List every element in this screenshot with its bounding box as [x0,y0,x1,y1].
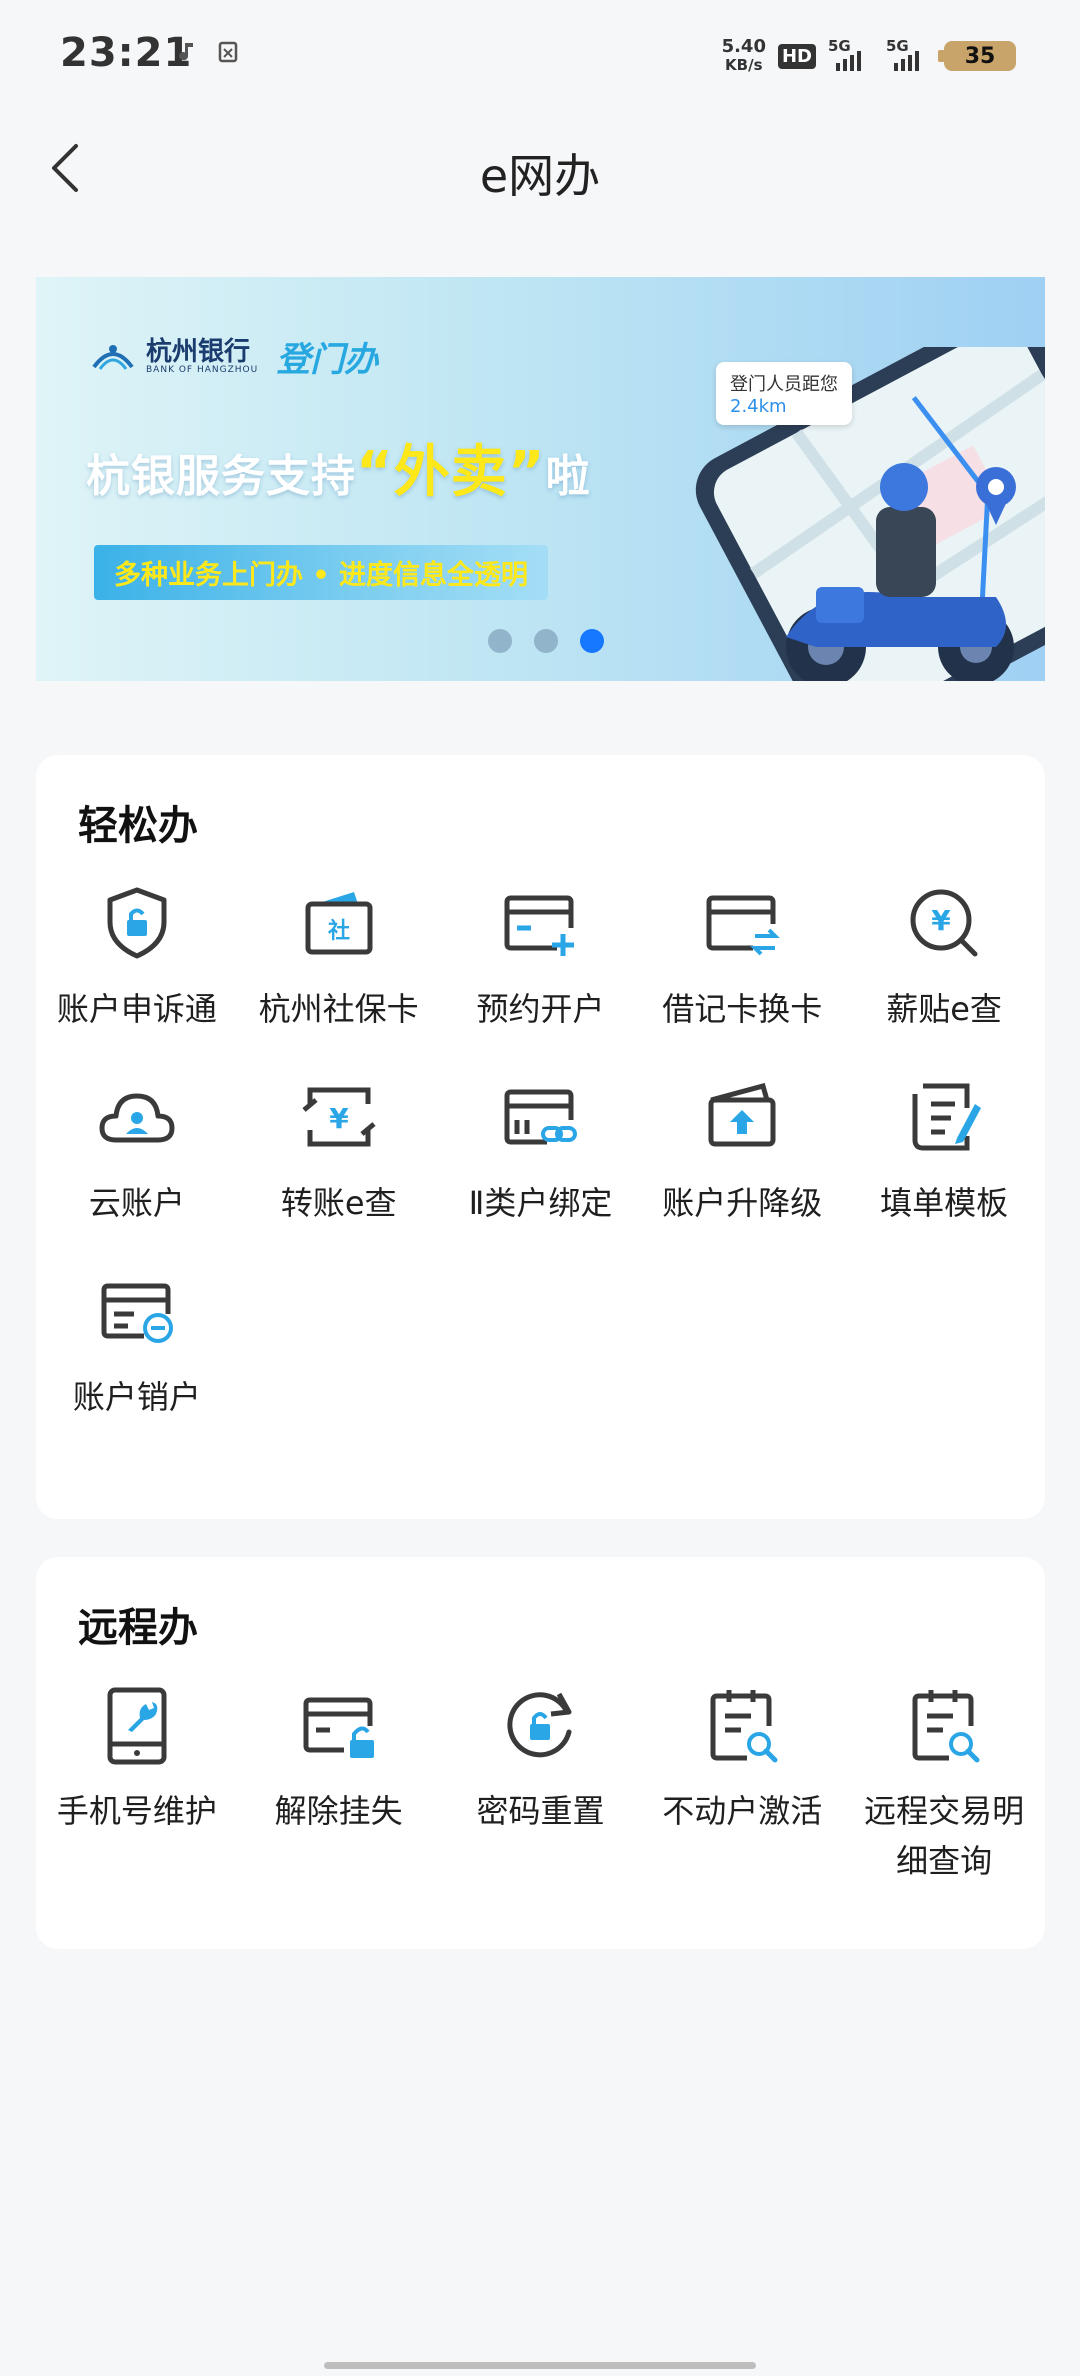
callout-label: 登门人员距您 [730,374,838,395]
sim1-network-type: 5G [828,37,851,55]
clipboard-search-icon [912,1690,980,1763]
banner-headline: 杭银服务支持 “外卖” 啦 [86,427,591,508]
service-item-card-exchange[interactable]: 借记卡换卡 [641,880,843,1034]
card-exchange-icon [706,895,781,956]
service-label: 账户申诉通 [56,990,217,1028]
service-label: 薪贴e查 [886,990,1002,1028]
service-item-close-account[interactable]: 账户销户 [36,1268,238,1422]
signal-sim2-icon: 5G [886,37,932,71]
service-label: 填单模板 [880,1184,1009,1222]
bank-name-en: BANK OF HANGZHOU [146,364,259,375]
remote-services-card: 远程办 手机号维护 解除挂失 密码重置 不动户激活 远程交易明细查询 [36,1557,1045,1949]
remote-services-grid: 手机号维护 解除挂失 密码重置 不动户激活 远程交易明细查询 [36,1682,1045,1886]
service-label: 杭州社保卡 [258,990,419,1028]
carousel-dot-2[interactable] [533,629,558,653]
service-item-social-card[interactable]: 社 杭州社保卡 [238,880,440,1034]
carousel-dot-3[interactable] [579,629,604,653]
lock-reset-icon [507,1692,572,1758]
battery-level: 35 [964,43,996,69]
service-item-phone-maintenance[interactable]: 手机号维护 [36,1682,238,1886]
service-item-salary-check[interactable]: ¥ 薪贴e查 [843,880,1045,1034]
service-label: 账户销户 [72,1378,201,1416]
network-speed: 5.40 KB/s [721,36,766,75]
section-title: 远程办 [78,1605,198,1651]
promo-banner[interactable]: 杭州银行 BANK OF HANGZHOU 登门办 杭银服务支持 “外卖” 啦 … [36,277,1045,681]
wallet-up-icon [708,1082,776,1147]
service-brand: 登门办 [276,340,379,380]
status-indicators: 5.40 KB/s HD 5G 5G 35 [722,36,1016,76]
service-item-account-level[interactable]: 账户升降级 [641,1074,843,1228]
carousel-dot-1[interactable] [487,629,512,653]
card-unlock-icon [303,1697,374,1758]
phone-wrench-icon [107,1687,167,1765]
sim-notification-icon [218,41,238,63]
shield-lock-icon [107,887,167,959]
network-speed-value: 5.40 [721,36,766,57]
headline-text: 杭银服务支持 [86,451,356,502]
service-item-remote-transactions[interactable]: 远程交易明细查询 [843,1682,1045,1886]
service-item-class2-bind[interactable]: Ⅱ类户绑定 [440,1074,642,1228]
service-label: 云账户 [88,1184,185,1222]
headline-suffix: 啦 [545,451,591,502]
service-label: 不动户激活 [662,1792,823,1830]
status-time: 23:21 [60,30,193,76]
app-notification-icon [179,43,193,61]
callout-distance: 2.4km [730,396,787,417]
headline-highlight: “外卖” [356,440,546,505]
service-item-password-reset[interactable]: 密码重置 [440,1682,642,1886]
service-label: 预约开户 [476,990,605,1028]
service-item-form-template[interactable]: 填单模板 [843,1074,1045,1228]
service-label: 转账e查 [280,1184,397,1222]
service-item-open-account[interactable]: 预约开户 [440,880,642,1034]
service-item-transfer-check[interactable]: ¥ 转账e查 [238,1074,440,1228]
service-item-unlock-loss[interactable]: 解除挂失 [238,1682,440,1886]
service-label: Ⅱ类户绑定 [468,1184,613,1222]
bank-logo: 杭州银行 BANK OF HANGZHOU 登门办 [90,332,378,381]
page-title: e网办 [479,149,601,203]
service-item-account-appeal[interactable]: 账户申诉通 [36,880,238,1034]
status-bar: 23:21 5.40 KB/s HD 5G 5G 35 [0,0,1080,110]
sim2-network-type: 5G [886,37,909,55]
transfer-search-icon: ¥ [302,1087,376,1147]
easy-services-grid: 账户申诉通 社 杭州社保卡 预约开户 借记卡换卡 ¥ 薪贴e查 云账户 ¥ 转账… [36,880,1045,1422]
form-edit-icon [912,1083,982,1151]
card-add-icon [504,895,575,956]
app-header: e网办 [0,110,1080,230]
banner-subline: 多种业务上门办 • 进度信息全透明 [94,545,549,600]
bank-logo-icon [92,344,134,370]
social-card-icon: 社 [305,892,373,955]
cloud-user-icon [99,1093,175,1143]
service-label: 解除挂失 [274,1792,403,1830]
service-label: 账户升降级 [662,1184,823,1222]
service-label: 手机号维护 [56,1792,217,1830]
card-cancel-icon [101,1283,173,1343]
svg-text:社: 社 [328,918,350,944]
service-label: 借记卡换卡 [662,990,823,1028]
service-item-dormant-activate[interactable]: 不动户激活 [641,1682,843,1886]
clipboard-search-icon [710,1690,778,1763]
hd-badge: HD [777,43,816,69]
section-title: 轻松办 [78,803,198,849]
distance-callout: 登门人员距您 2.4km [716,362,852,425]
battery-icon: 35 [938,41,1016,71]
card-link-icon [504,1089,578,1145]
home-indicator[interactable] [324,2362,756,2369]
service-label: 远程交易明细查询 [864,1792,1025,1880]
bank-name: 杭州银行 [146,336,251,367]
service-item-cloud-account[interactable]: 云账户 [36,1074,238,1228]
svg-text:¥: ¥ [329,1102,349,1135]
signal-sim1-icon: 5G [828,37,874,71]
service-label: 密码重置 [476,1792,605,1830]
network-speed-unit: KB/s [725,56,763,74]
carousel-dots [36,629,1045,653]
salary-search-icon: ¥ [910,889,978,957]
svg-text:¥: ¥ [931,904,951,937]
easy-services-card: 轻松办 账户申诉通 社 杭州社保卡 预约开户 借记卡换卡 ¥ 薪贴e查 云账户 … [36,755,1045,1519]
